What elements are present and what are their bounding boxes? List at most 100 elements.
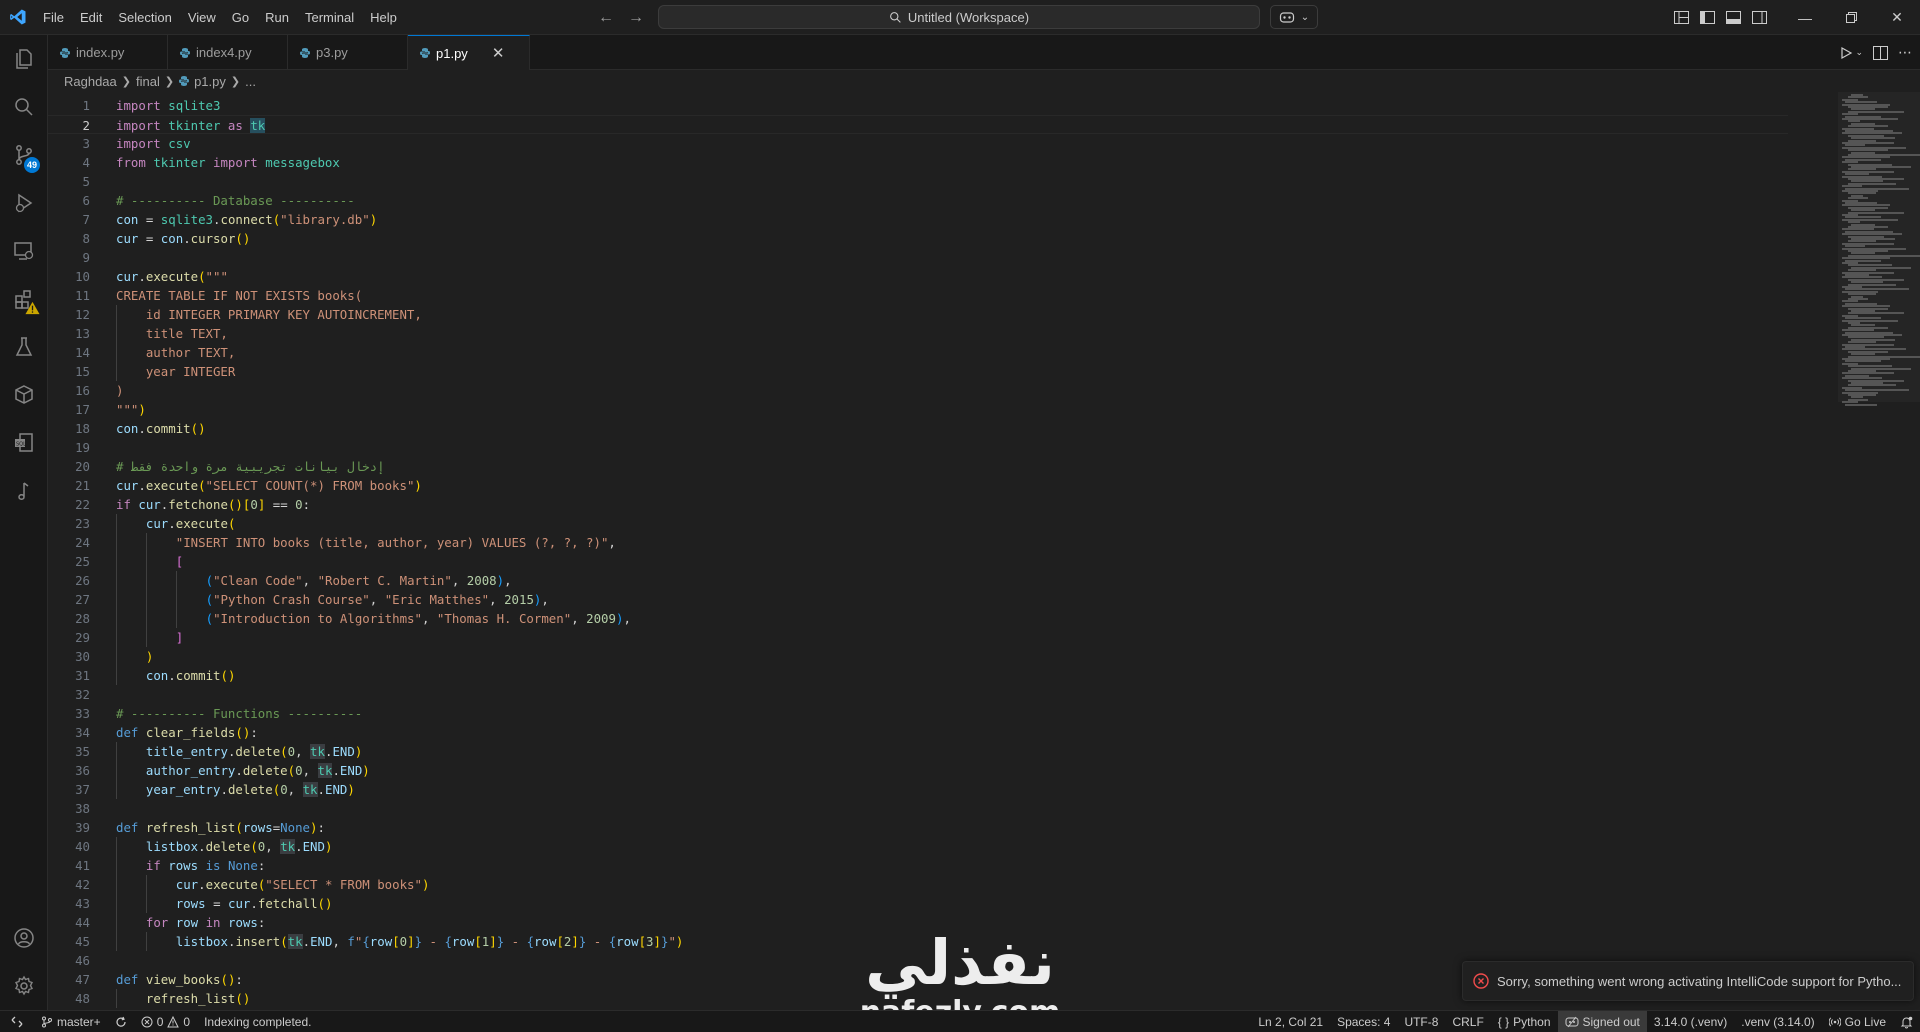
code-line[interactable]: 19	[48, 438, 1788, 457]
run-debug-icon[interactable]	[0, 179, 48, 227]
containers-icon[interactable]	[0, 371, 48, 419]
command-center[interactable]: Untitled (Workspace)	[658, 5, 1260, 29]
notifications-bell-icon[interactable]	[1893, 1011, 1920, 1032]
code-line[interactable]: 18 con.commit()	[48, 419, 1788, 438]
python-venv[interactable]: .venv (3.14.0)	[1734, 1011, 1821, 1032]
restore-icon[interactable]	[1828, 0, 1874, 35]
menu-run[interactable]: Run	[257, 0, 297, 35]
source-control-icon[interactable]: 49	[0, 131, 48, 179]
code-line[interactable]: 12 id INTEGER PRIMARY KEY AUTOINCREMENT,	[48, 305, 1788, 324]
code-line[interactable]: 33 # ---------- Functions ----------	[48, 704, 1788, 723]
minimap[interactable]	[1838, 92, 1920, 412]
explorer-icon[interactable]	[0, 35, 48, 83]
code-line[interactable]: 4 from tkinter import messagebox	[48, 153, 1788, 172]
indentation[interactable]: Spaces: 4	[1330, 1011, 1397, 1032]
forward-arrow-icon[interactable]: →	[628, 9, 644, 27]
menu-terminal[interactable]: Terminal	[297, 0, 362, 35]
code-line[interactable]: 45 listbox.insert(tk.END, f"{row[0]} - {…	[48, 932, 1788, 951]
error-notification[interactable]: Sorry, something went wrong activating I…	[1462, 961, 1914, 1001]
tab-index4-py[interactable]: index4.py	[168, 35, 288, 70]
remote-explorer-icon[interactable]	[0, 227, 48, 275]
code-line[interactable]: 32	[48, 685, 1788, 704]
sql-icon[interactable]: SQL	[0, 419, 48, 467]
accounts-icon[interactable]	[0, 914, 48, 962]
menu-file[interactable]: File	[35, 0, 72, 35]
menu-view[interactable]: View	[180, 0, 224, 35]
testing-icon[interactable]	[0, 323, 48, 371]
code-line[interactable]: 6 # ---------- Database ----------	[48, 191, 1788, 210]
code-line[interactable]: 20 # إدخال بيانات تجريبية مرة واحدة فقط	[48, 457, 1788, 476]
code-line[interactable]: 41 if rows is None:	[48, 856, 1788, 875]
code-line[interactable]: 42 cur.execute("SELECT * FROM books")	[48, 875, 1788, 894]
code-line[interactable]: 13 title TEXT,	[48, 324, 1788, 343]
code-line[interactable]: 22 if cur.fetchone()[0] == 0:	[48, 495, 1788, 514]
code-line[interactable]: 26 ("Clean Code", "Robert C. Martin", 20…	[48, 571, 1788, 590]
code-line[interactable]: 23 cur.execute(	[48, 514, 1788, 533]
code-line[interactable]: 17 """)	[48, 400, 1788, 419]
settings-gear-icon[interactable]	[0, 962, 48, 1010]
code-line[interactable]: 31 con.commit()	[48, 666, 1788, 685]
code-editor[interactable]: 1 import sqlite3 2 import tkinter as tk 3 imp…	[48, 92, 1920, 1010]
tab-p3-py[interactable]: p3.py	[288, 35, 408, 70]
split-editor-icon[interactable]	[1873, 45, 1888, 60]
problems-indicator[interactable]: 0 0	[134, 1011, 197, 1032]
code-line[interactable]: 8 cur = con.cursor()	[48, 229, 1788, 248]
account-status[interactable]: Signed out	[1557, 1011, 1647, 1032]
code-line[interactable]: 36 author_entry.delete(0, tk.END)	[48, 761, 1788, 780]
tab-index-py[interactable]: index.py	[48, 35, 168, 70]
close-window-icon[interactable]: ✕	[1874, 0, 1920, 35]
code-line[interactable]: 39 def refresh_list(rows=None):	[48, 818, 1788, 837]
python-env-icon[interactable]	[0, 467, 48, 515]
code-line[interactable]: 27 ("Python Crash Course", "Eric Matthes…	[48, 590, 1788, 609]
code-line[interactable]: 2 import tkinter as tk	[48, 115, 1788, 134]
toggle-sidebar-icon[interactable]	[1694, 0, 1720, 35]
code-line[interactable]: 11 CREATE TABLE IF NOT EXISTS books(	[48, 286, 1788, 305]
search-view-icon[interactable]	[0, 83, 48, 131]
run-python-icon[interactable]	[1839, 46, 1853, 60]
tab-p1-py[interactable]: p1.py ✕	[408, 35, 530, 70]
copilot-button[interactable]: ⌄	[1270, 5, 1318, 29]
code-line[interactable]: 24 "INSERT INTO books (title, author, ye…	[48, 533, 1788, 552]
menu-selection[interactable]: Selection	[110, 0, 179, 35]
more-actions-icon[interactable]: ⋯	[1898, 44, 1912, 61]
menu-help[interactable]: Help	[362, 0, 405, 35]
minimize-icon[interactable]: —	[1782, 0, 1828, 35]
customize-layout-icon[interactable]	[1668, 0, 1694, 35]
code-line[interactable]: 14 author TEXT,	[48, 343, 1788, 362]
close-tab-icon[interactable]: ✕	[492, 44, 505, 62]
code-line[interactable]: 29 ]	[48, 628, 1788, 647]
menu-edit[interactable]: Edit	[72, 0, 110, 35]
code-line[interactable]: 38	[48, 799, 1788, 818]
code-line[interactable]: 16)	[48, 381, 1788, 400]
file-encoding[interactable]: UTF-8	[1397, 1011, 1445, 1032]
sync-button[interactable]	[108, 1011, 134, 1032]
run-options-chevron-icon[interactable]: ⌄	[1855, 47, 1863, 58]
code-line[interactable]: 34 def clear_fields():	[48, 723, 1788, 742]
cursor-position[interactable]: Ln 2, Col 21	[1251, 1011, 1330, 1032]
code-line[interactable]: 10 cur.execute("""	[48, 267, 1788, 286]
code-line[interactable]: 21 cur.execute("SELECT COUNT(*) FROM book…	[48, 476, 1788, 495]
code-line[interactable]: 43 rows = cur.fetchall()	[48, 894, 1788, 913]
code-line[interactable]: 5	[48, 172, 1788, 191]
breadcrumb-symbols[interactable]: ...	[245, 74, 256, 89]
language-mode[interactable]: { } Python	[1491, 1011, 1558, 1032]
extensions-icon[interactable]	[0, 275, 48, 323]
code-line[interactable]: 44 for row in rows:	[48, 913, 1788, 932]
toggle-secondary-sidebar-icon[interactable]	[1746, 0, 1772, 35]
go-live-button[interactable]: Go Live	[1822, 1011, 1893, 1032]
git-branch[interactable]: master+	[34, 1011, 108, 1032]
menu-go[interactable]: Go	[224, 0, 257, 35]
toggle-panel-icon[interactable]	[1720, 0, 1746, 35]
code-line[interactable]: 9	[48, 248, 1788, 267]
python-interpreter[interactable]: 3.14.0 (.venv)	[1647, 1011, 1734, 1032]
code-line[interactable]: 40 listbox.delete(0, tk.END)	[48, 837, 1788, 856]
back-arrow-icon[interactable]: ←	[598, 9, 614, 27]
code-line[interactable]: 35 title_entry.delete(0, tk.END)	[48, 742, 1788, 761]
breadcrumb-folder-final[interactable]: final	[136, 74, 160, 89]
breadcrumb-folder-raghdaa[interactable]: Raghdaa	[64, 74, 117, 89]
code-line[interactable]: 25 [	[48, 552, 1788, 571]
code-line[interactable]: 37 year_entry.delete(0, tk.END)	[48, 780, 1788, 799]
code-line[interactable]: 28 ("Introduction to Algorithms", "Thoma…	[48, 609, 1788, 628]
breadcrumb-file[interactable]: p1.py	[194, 74, 226, 89]
code-line[interactable]: 7 con = sqlite3.connect("library.db")	[48, 210, 1788, 229]
